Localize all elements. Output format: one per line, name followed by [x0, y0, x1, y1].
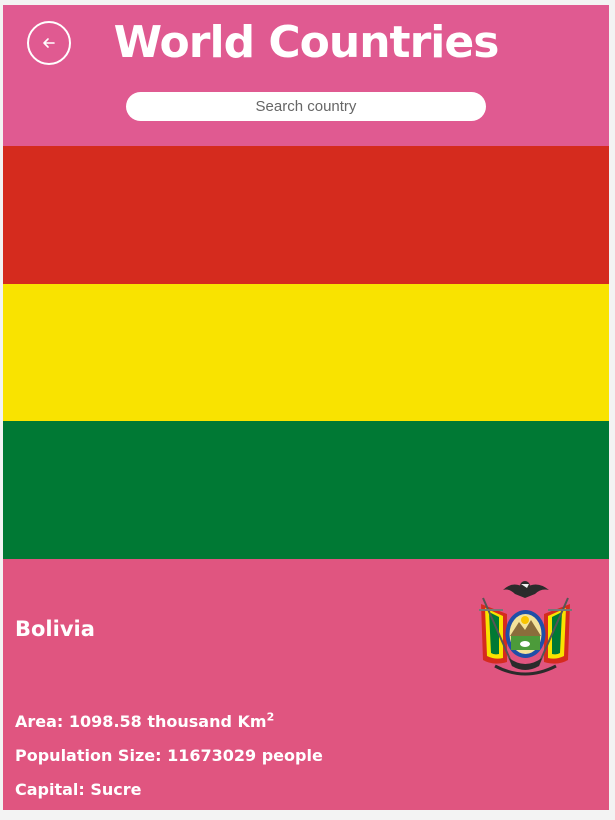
app-frame: World Countries Bolivia	[3, 5, 609, 810]
country-info: Bolivia Area: 1098.58 thousand Km2 Popul…	[3, 559, 609, 810]
country-population: Population Size: 11673029 people	[15, 745, 323, 767]
area-label: Area:	[15, 712, 64, 731]
flag-stripe-red	[3, 146, 609, 284]
country-flag	[3, 146, 609, 560]
population-value: 11673029 people	[167, 746, 323, 765]
page-title: World Countries	[113, 17, 500, 68]
search-input[interactable]	[126, 92, 486, 121]
flag-stripe-yellow	[3, 283, 609, 422]
country-capital: Capital: Sucre	[15, 779, 142, 801]
area-value: 1098.58 thousand Km	[68, 712, 267, 731]
flag-stripe-green	[3, 421, 609, 560]
capital-label: Capital:	[15, 780, 85, 799]
header: World Countries	[3, 5, 609, 146]
area-exponent: 2	[266, 710, 275, 724]
coat-of-arms-icon	[479, 581, 572, 676]
country-name: Bolivia	[15, 617, 95, 641]
country-area: Area: 1098.58 thousand Km2	[15, 711, 274, 733]
population-label: Population Size:	[15, 746, 162, 765]
capital-value: Sucre	[90, 780, 142, 799]
